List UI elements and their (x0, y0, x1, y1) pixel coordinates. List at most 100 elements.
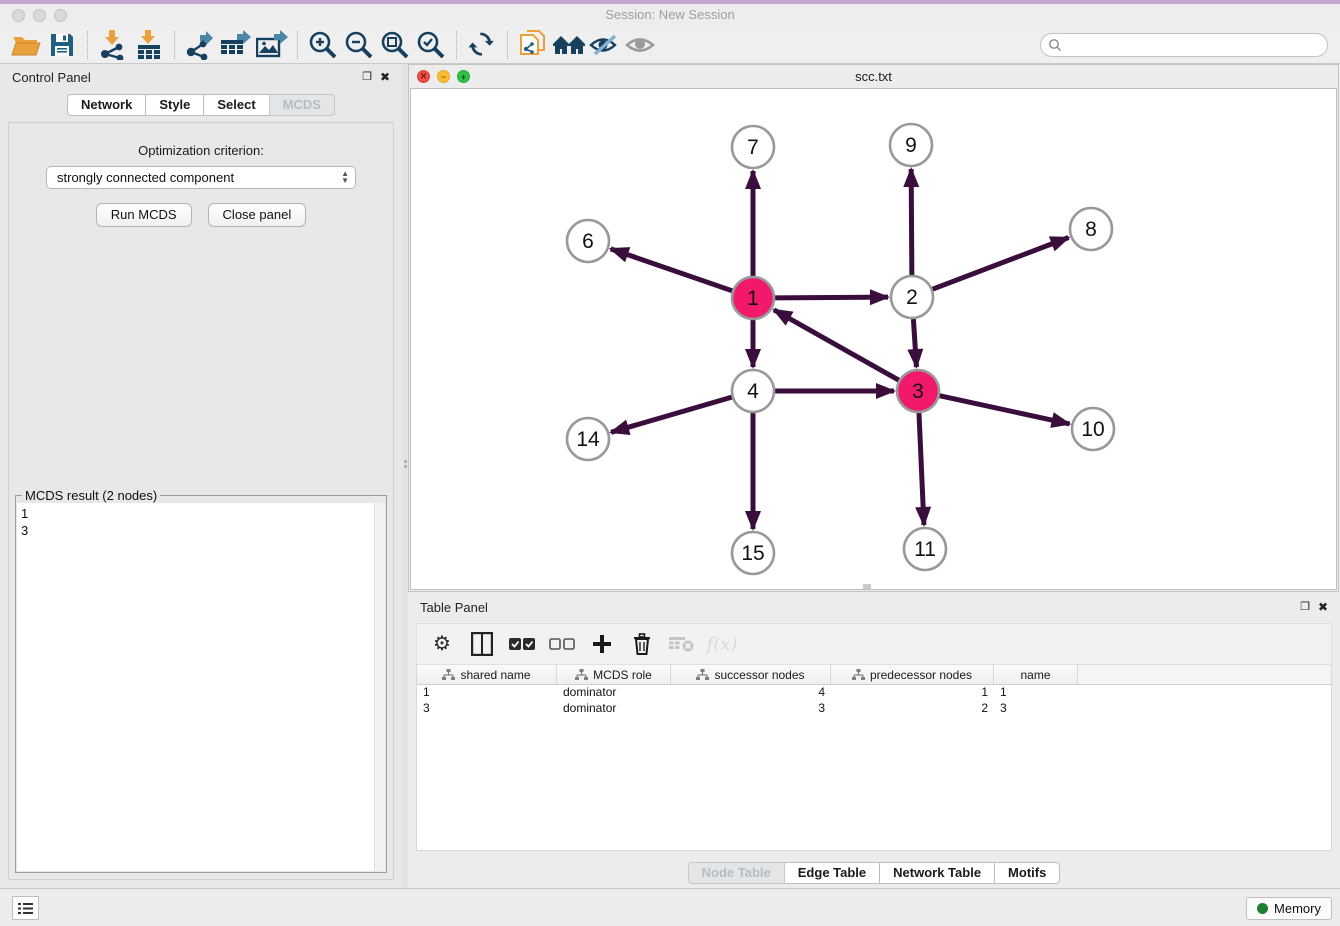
window-list-button[interactable] (12, 896, 39, 920)
cell-name[interactable]: 1 (994, 685, 1078, 701)
search-box (1040, 33, 1328, 57)
close-panel-icon[interactable]: ✖ (380, 71, 390, 83)
tab-node-table[interactable]: Node Table (688, 862, 785, 884)
zoom-out-icon[interactable] (341, 29, 377, 61)
export-network-icon[interactable] (182, 29, 218, 61)
column-header-successor-nodes[interactable]: successor nodes (671, 665, 831, 684)
criterion-select[interactable]: strongly connected component ▲▼ (46, 166, 356, 189)
app-titlebar: Session: New Session (0, 0, 1340, 26)
cell-predecessor-nodes[interactable]: 1 (831, 685, 994, 701)
search-input[interactable] (1040, 33, 1328, 57)
column-header-predecessor-nodes[interactable]: predecessor nodes (831, 665, 994, 684)
edge-2-9[interactable] (911, 169, 912, 275)
cell-shared-name[interactable]: 1 (417, 685, 557, 701)
tab-select[interactable]: Select (203, 94, 269, 116)
zoom-fit-icon[interactable] (377, 29, 413, 61)
edge-2-3[interactable] (913, 319, 916, 367)
edge-3-11[interactable] (919, 413, 924, 525)
import-table-icon[interactable] (131, 29, 167, 61)
close-panel-button[interactable]: Close panel (208, 203, 307, 227)
control-panel: Control Panel ❐ ✖ NetworkStyleSelectMCDS… (0, 64, 402, 888)
minimize-window-button[interactable] (33, 9, 46, 22)
control-panel-title: Control Panel (12, 70, 354, 85)
edge-1-6[interactable] (611, 249, 733, 291)
open-folder-icon[interactable] (8, 29, 44, 61)
node-table[interactable]: shared nameMCDS rolesuccessor nodesprede… (416, 665, 1332, 851)
tab-style[interactable]: Style (145, 94, 204, 116)
canvas-scroll-thumb[interactable] (863, 584, 871, 589)
edge-2-8[interactable] (933, 238, 1069, 290)
fx-label: f(x) (707, 634, 738, 655)
export-image-icon[interactable] (254, 29, 290, 61)
optimization-criterion-label: Optimization criterion: (9, 143, 393, 158)
node-label-9: 9 (905, 134, 917, 157)
export-table-icon[interactable] (218, 29, 254, 61)
network-view-window: ✕ − + scc.txt 7968124314101511 (408, 64, 1339, 592)
tab-motifs[interactable]: Motifs (994, 862, 1060, 884)
split-columns-icon[interactable] (469, 630, 495, 658)
deselect-all-icon[interactable] (549, 630, 575, 658)
tab-edge-table[interactable]: Edge Table (784, 862, 880, 884)
cell-successor-nodes[interactable]: 3 (671, 701, 831, 717)
column-header-MCDS-role[interactable]: MCDS role (557, 665, 671, 684)
edge-4-14[interactable] (611, 397, 732, 432)
toolbar-separator (507, 31, 508, 59)
mcds-panel: Optimization criterion: strongly connect… (8, 122, 394, 880)
node-label-10: 10 (1081, 418, 1104, 441)
zoom-selected-icon[interactable] (413, 29, 449, 61)
table-row[interactable]: 3dominator323 (417, 701, 1331, 717)
import-network-icon[interactable] (95, 29, 131, 61)
network-canvas[interactable]: 7968124314101511 (410, 88, 1337, 590)
main-toolbar (0, 26, 1340, 64)
edge-3-10[interactable] (939, 396, 1069, 424)
column-header-name[interactable]: name (994, 665, 1078, 684)
close-table-panel-icon[interactable]: ✖ (1318, 601, 1328, 613)
refresh-icon[interactable] (464, 29, 500, 61)
table-row[interactable]: 1dominator411 (417, 685, 1331, 701)
network-window-titlebar[interactable]: ✕ − + scc.txt (409, 65, 1338, 88)
mcds-result-list[interactable]: 1 3 (17, 503, 375, 871)
status-bar: Memory (0, 888, 1340, 926)
function-builder-icon: f(x) (709, 630, 735, 658)
column-header-shared-name[interactable]: shared name (417, 665, 557, 684)
select-all-icon[interactable] (509, 630, 535, 658)
edge-3-1[interactable] (774, 310, 899, 380)
list-icon (18, 902, 33, 915)
add-column-icon[interactable] (589, 630, 615, 658)
tab-network-table[interactable]: Network Table (879, 862, 995, 884)
zoom-in-icon[interactable] (305, 29, 341, 61)
hide-selected-icon[interactable] (587, 29, 623, 61)
cell-successor-nodes[interactable]: 4 (671, 685, 831, 701)
network-graph-svg: 7968124314101511 (411, 89, 1338, 591)
run-mcds-button[interactable]: Run MCDS (96, 203, 192, 227)
mcds-result-group: MCDS result (2 nodes) 1 3 (15, 495, 387, 873)
node-label-3: 3 (912, 380, 924, 403)
toolbar-separator (297, 31, 298, 59)
memory-button[interactable]: Memory (1246, 897, 1332, 920)
float-panel-icon[interactable]: ❐ (362, 71, 372, 83)
clone-network-icon[interactable] (515, 29, 551, 61)
cell-MCDS-role[interactable]: dominator (557, 701, 671, 717)
float-table-panel-icon[interactable]: ❐ (1300, 601, 1310, 613)
maximize-window-button[interactable] (54, 9, 67, 22)
node-label-6: 6 (582, 230, 594, 253)
cell-predecessor-nodes[interactable]: 2 (831, 701, 994, 717)
home-icon[interactable] (551, 29, 587, 61)
tab-mcds[interactable]: MCDS (269, 94, 335, 116)
close-window-button[interactable] (12, 9, 25, 22)
control-panel-tabs: NetworkStyleSelectMCDS (0, 94, 402, 116)
criterion-value: strongly connected component (57, 170, 234, 185)
node-label-14: 14 (576, 428, 600, 451)
cell-MCDS-role[interactable]: dominator (557, 685, 671, 701)
tab-network[interactable]: Network (67, 94, 146, 116)
window-controls[interactable] (12, 9, 75, 27)
result-scrollbar[interactable] (374, 503, 385, 871)
save-icon[interactable] (44, 29, 80, 61)
cell-shared-name[interactable]: 3 (417, 701, 557, 717)
toolbar-separator (87, 31, 88, 59)
node-label-4: 4 (747, 380, 759, 403)
cell-name[interactable]: 3 (994, 701, 1078, 717)
delete-column-icon[interactable] (629, 630, 655, 658)
edge-1-2[interactable] (775, 297, 888, 298)
gear-icon[interactable]: ⚙ (429, 630, 455, 658)
